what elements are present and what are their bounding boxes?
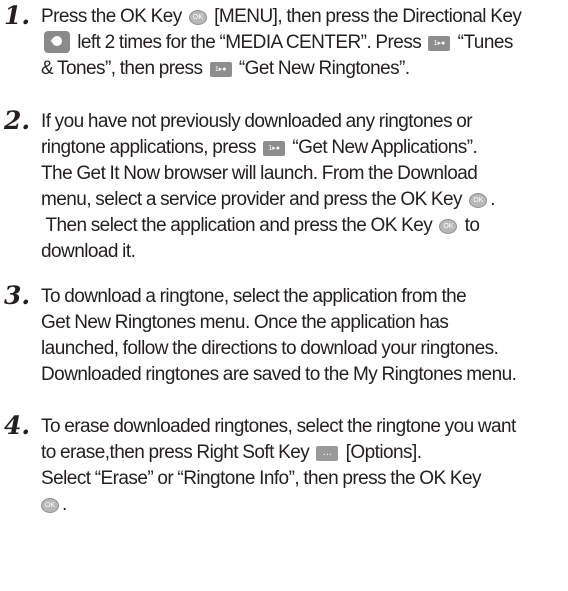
step-number: 3. [4, 281, 31, 310]
number-1-key-icon [428, 36, 451, 51]
step-4: 4. To erase downloaded ringtones, select… [0, 411, 566, 518]
number-1-key-icon [209, 62, 232, 77]
step-text: To download a ringtone, select the appli… [41, 286, 517, 385]
step-text: Press the OK Key [MENU], then press the … [41, 4, 566, 82]
instruction-page: 1. Press the OK Key [MENU], then press t… [0, 0, 568, 591]
directional-key-icon [44, 31, 70, 53]
right-soft-key-icon [316, 446, 339, 461]
ok-key-icon [469, 193, 488, 208]
step-number: 1. [4, 1, 31, 30]
step-number: 2. [4, 106, 31, 135]
step-number: 4. [4, 411, 31, 440]
number-1-key-icon [263, 141, 286, 156]
step-2: 2. If you have not previously downloaded… [0, 106, 566, 265]
ok-key-icon [188, 10, 207, 25]
step-1: 1. Press the OK Key [MENU], then press t… [0, 1, 566, 82]
step-3: 3. To download a ringtone, select the ap… [0, 281, 566, 388]
ok-key-icon [439, 219, 458, 234]
ok-key-icon [41, 498, 59, 513]
step-text: To erase downloaded ringtones, select th… [41, 414, 566, 518]
step-text: If you have not previously downloaded an… [41, 109, 566, 265]
